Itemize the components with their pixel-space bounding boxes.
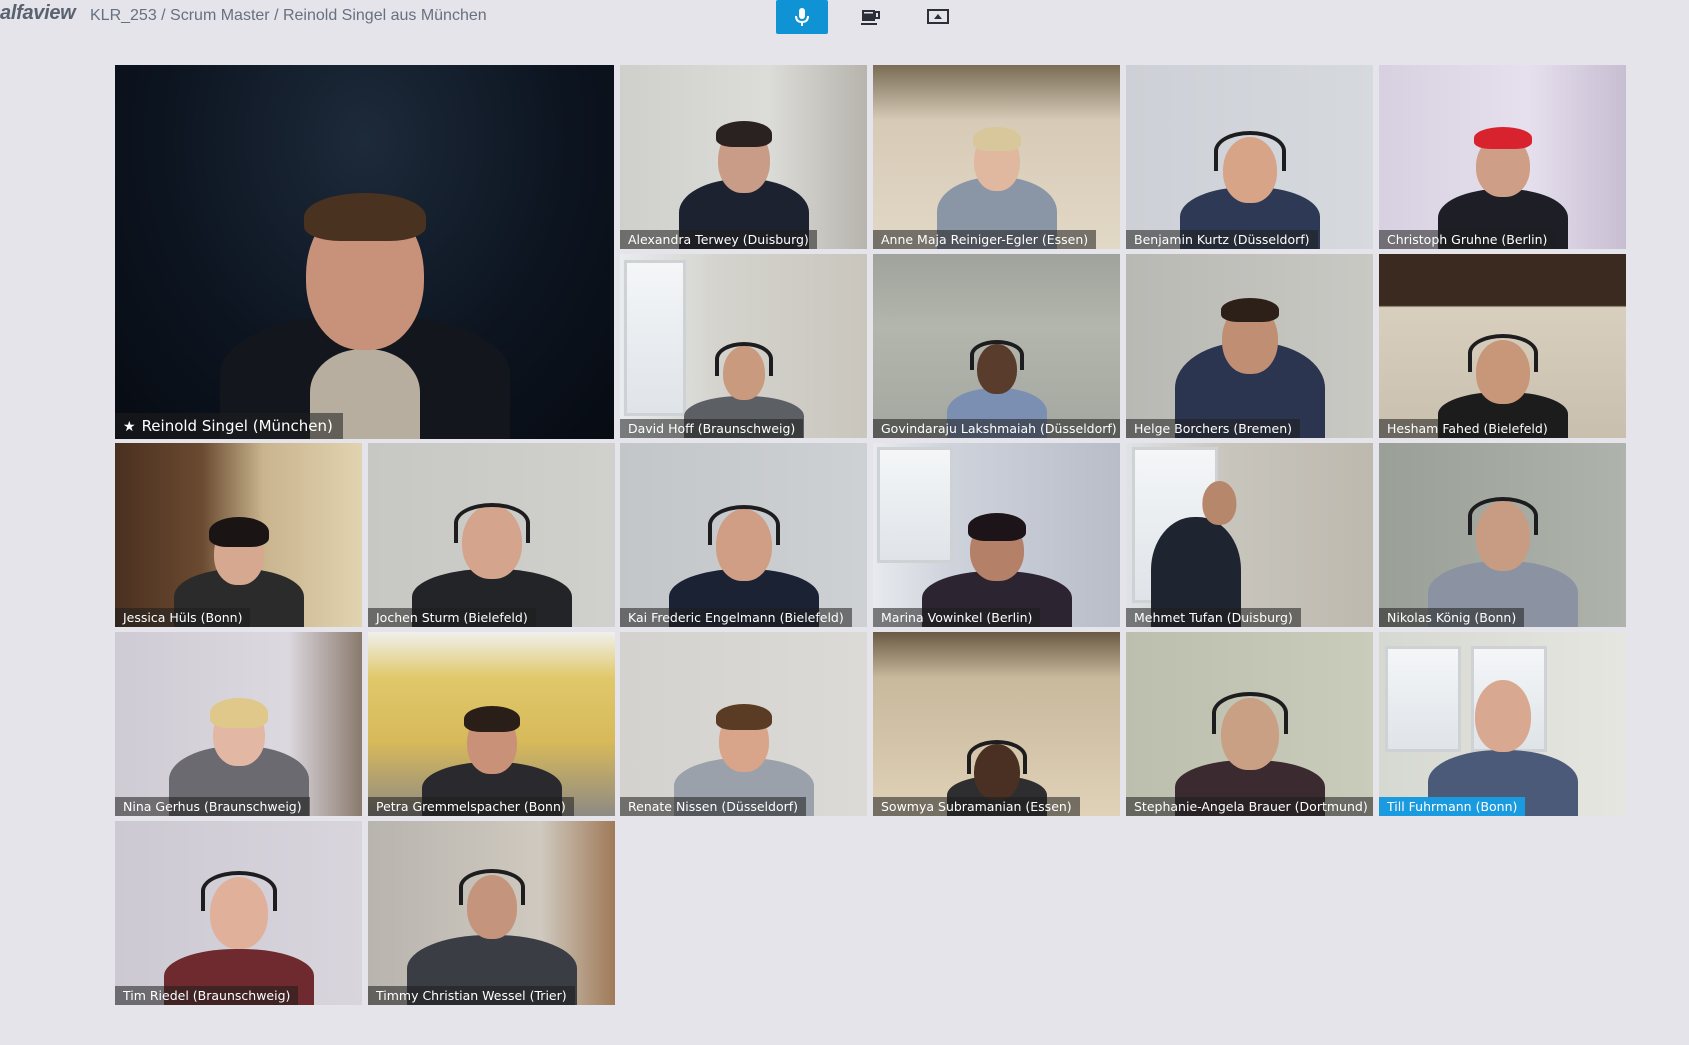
participant-name: Mehmet Tufan (Duisburg): [1126, 608, 1301, 627]
participant-name: Alexandra Terwey (Duisburg): [620, 230, 817, 249]
video-tile[interactable]: Kai Frederic Engelmann (Bielefeld): [620, 443, 867, 627]
video-tile[interactable]: Nina Gerhus (Braunschweig): [115, 632, 362, 816]
participant-name: Petra Gremmelspacher (Bonn): [368, 797, 574, 816]
coffee-cup-icon: [861, 10, 880, 25]
participant-name: Christoph Gruhne (Berlin): [1379, 230, 1556, 249]
video-tile[interactable]: David Hoff (Braunschweig): [620, 254, 867, 438]
video-tile[interactable]: Anne Maja Reiniger-Egler (Essen): [873, 65, 1120, 249]
participant-name: Govindaraju Lakshmaiah (Düsseldorf): [873, 419, 1120, 438]
participant-name: Timmy Christian Wessel (Trier): [368, 986, 575, 1005]
video-tile[interactable]: Jessica Hüls (Bonn): [115, 443, 362, 627]
coffee-break-button[interactable]: [844, 0, 896, 34]
video-tile[interactable]: Petra Gremmelspacher (Bonn): [368, 632, 615, 816]
participant-name: Till Fuhrmann (Bonn): [1379, 797, 1526, 816]
participant-name: Benjamin Kurtz (Düsseldorf): [1126, 230, 1318, 249]
video-tile[interactable]: Tim Riedel (Braunschweig): [115, 821, 362, 1005]
participant-name: Jochen Sturm (Bielefeld): [368, 608, 536, 627]
app-logo: alfaview: [0, 2, 76, 24]
participant-name: Tim Riedel (Braunschweig): [115, 986, 299, 1005]
screen-share-icon: [927, 9, 949, 24]
participant-name: ★ Reinold Singel (München): [115, 413, 343, 439]
video-tile[interactable]: Marina Vowinkel (Berlin): [873, 443, 1120, 627]
participant-name: Jessica Hüls (Bonn): [115, 608, 251, 627]
video-tile[interactable]: Renate Nissen (Düsseldorf): [620, 632, 867, 816]
video-tile[interactable]: Alexandra Terwey (Duisburg): [620, 65, 867, 249]
participant-name: Marina Vowinkel (Berlin): [873, 608, 1041, 627]
top-bar: alfaview KLR_253 / Scrum Master / Reinol…: [0, 0, 1689, 36]
participant-name: Renate Nissen (Düsseldorf): [620, 797, 807, 816]
video-tile[interactable]: Helge Borchers (Bremen): [1126, 254, 1373, 438]
video-tile[interactable]: Timmy Christian Wessel (Trier): [368, 821, 615, 1005]
video-tile[interactable]: Christoph Gruhne (Berlin): [1379, 65, 1626, 249]
video-tile[interactable]: Govindaraju Lakshmaiah (Düsseldorf): [873, 254, 1120, 438]
participant-name: Nikolas König (Bonn): [1379, 608, 1525, 627]
toolbar: [776, 0, 980, 34]
video-tile[interactable]: Benjamin Kurtz (Düsseldorf): [1126, 65, 1373, 249]
video-tile[interactable]: Nikolas König (Bonn): [1379, 443, 1626, 627]
participant-name: Nina Gerhus (Braunschweig): [115, 797, 310, 816]
participant-name: Stephanie-Angela Brauer (Dortmund): [1126, 797, 1373, 816]
microphone-button[interactable]: [776, 0, 828, 34]
participant-name: David Hoff (Braunschweig): [620, 419, 804, 438]
participant-name: Sowmya Subramanian (Essen): [873, 797, 1080, 816]
star-icon: ★: [123, 419, 136, 435]
video-tile[interactable]: Hesham Fahed (Bielefeld): [1379, 254, 1626, 438]
participant-name: Kai Frederic Engelmann (Bielefeld): [620, 608, 852, 627]
video-tile[interactable]: Sowmya Subramanian (Essen): [873, 632, 1120, 816]
breadcrumb[interactable]: KLR_253 / Scrum Master / Reinold Singel …: [90, 7, 487, 25]
video-tile[interactable]: Stephanie-Angela Brauer (Dortmund): [1126, 632, 1373, 816]
video-tile-presenter[interactable]: ★ Reinold Singel (München): [115, 65, 614, 439]
participant-name: Helge Borchers (Bremen): [1126, 419, 1301, 438]
participant-name: Hesham Fahed (Bielefeld): [1379, 419, 1556, 438]
screen-share-button[interactable]: [912, 0, 964, 34]
video-tile[interactable]: Jochen Sturm (Bielefeld): [368, 443, 615, 627]
participant-name: Anne Maja Reiniger-Egler (Essen): [873, 230, 1097, 249]
video-grid: ★ Reinold Singel (München) Alexandra Terw…: [115, 65, 1626, 1007]
video-tile-active-speaker[interactable]: Till Fuhrmann (Bonn): [1379, 632, 1626, 816]
microphone-icon: [795, 8, 809, 26]
video-tile[interactable]: Mehmet Tufan (Duisburg): [1126, 443, 1373, 627]
